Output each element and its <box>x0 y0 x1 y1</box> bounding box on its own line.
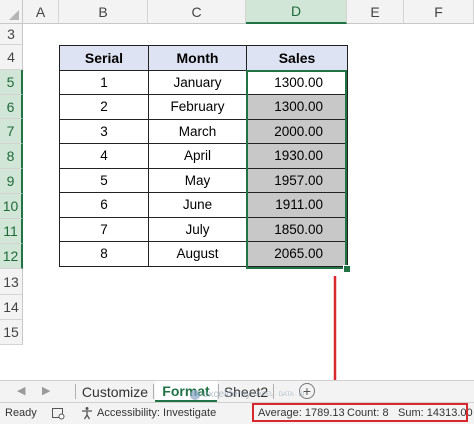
row-header-6[interactable]: 6 <box>0 95 23 119</box>
table-row: 4 April 1930.00 <box>59 143 348 169</box>
status-ready: Ready <box>5 407 37 419</box>
tab-customize[interactable]: Customize <box>78 381 152 402</box>
sales-cell[interactable]: 1911.00 <box>246 192 348 218</box>
column-header-a[interactable]: A <box>23 0 59 24</box>
row-header-12[interactable]: 12 <box>0 244 23 269</box>
macro-record-icon[interactable] <box>51 406 65 423</box>
month-cell[interactable]: August <box>148 241 247 267</box>
month-cell[interactable]: April <box>148 143 247 169</box>
worksheet-grid[interactable]: A B C D E F 3 4 5 6 7 8 9 10 11 12 13 14… <box>0 0 474 380</box>
accessibility-icon[interactable] <box>80 406 94 423</box>
month-cell[interactable]: February <box>148 94 247 120</box>
month-cell[interactable]: June <box>148 192 247 218</box>
column-header-f[interactable]: F <box>404 0 474 24</box>
row-header-11[interactable]: 11 <box>0 219 23 244</box>
serial-cell[interactable]: 2 <box>59 94 149 120</box>
sales-cell[interactable]: 1300.00 <box>246 94 348 120</box>
row-header-4[interactable]: 4 <box>0 45 23 70</box>
row-header-3[interactable]: 3 <box>0 24 23 45</box>
sales-table: Serial Month Sales 1 January 1300.00 2 F… <box>59 45 348 267</box>
header-serial[interactable]: Serial <box>59 45 149 71</box>
watermark-logo-icon <box>190 389 200 400</box>
sales-cell[interactable]: 2000.00 <box>246 118 348 144</box>
table-row: 2 February 1300.00 <box>59 94 348 120</box>
serial-cell[interactable]: 6 <box>59 192 149 218</box>
row-header-13[interactable]: 13 <box>0 269 23 295</box>
sales-cell[interactable]: 1850.00 <box>246 216 348 242</box>
serial-cell[interactable]: 3 <box>59 118 149 144</box>
column-header-b[interactable]: B <box>59 0 148 24</box>
row-header-9[interactable]: 9 <box>0 169 23 194</box>
serial-cell[interactable]: 4 <box>59 143 149 169</box>
select-all-corner[interactable] <box>0 0 23 24</box>
sales-cell[interactable]: 1957.00 <box>246 167 348 193</box>
serial-cell[interactable]: 1 <box>59 69 149 95</box>
row-header-10[interactable]: 10 <box>0 194 23 219</box>
status-highlight-box <box>252 403 468 422</box>
serial-cell[interactable]: 8 <box>59 241 149 267</box>
month-cell[interactable]: May <box>148 167 247 193</box>
month-cell[interactable]: March <box>148 118 247 144</box>
serial-cell[interactable]: 7 <box>59 216 149 242</box>
column-header-e[interactable]: E <box>347 0 404 24</box>
row-header-5[interactable]: 5 <box>0 70 23 95</box>
header-month[interactable]: Month <box>148 45 247 71</box>
header-sales[interactable]: Sales <box>246 45 348 71</box>
table-header-row: Serial Month Sales <box>59 45 348 71</box>
accessibility-status[interactable]: Accessibility: Investigate <box>97 407 216 419</box>
tab-scroll-right-icon[interactable]: ▶ <box>42 384 50 397</box>
table-row: 1 January 1300.00 <box>59 69 348 95</box>
row-header-8[interactable]: 8 <box>0 144 23 169</box>
row-header-7[interactable]: 7 <box>0 119 23 144</box>
table-row: 3 March 2000.00 <box>59 118 348 144</box>
serial-cell[interactable]: 5 <box>59 167 149 193</box>
table-row: 6 June 1911.00 <box>59 192 348 218</box>
month-cell[interactable]: July <box>148 216 247 242</box>
table-row: 7 July 1850.00 <box>59 216 348 242</box>
sales-cell[interactable]: 1930.00 <box>246 143 348 169</box>
row-header-15[interactable]: 15 <box>0 320 23 345</box>
tab-scroll-left-icon[interactable]: ◀ <box>17 384 25 397</box>
fill-handle[interactable] <box>343 265 351 273</box>
table-row: 8 August 2065.00 <box>59 241 348 267</box>
table-row: 5 May 1957.00 <box>59 167 348 193</box>
column-header-d[interactable]: D <box>246 0 347 24</box>
sales-cell[interactable]: 1300.00 <box>246 69 348 95</box>
row-header-14[interactable]: 14 <box>0 295 23 320</box>
sales-cell[interactable]: 2065.00 <box>246 241 348 267</box>
watermark-logo: exceldemy EXCEL · DATA · BI <box>190 389 304 400</box>
month-cell[interactable]: January <box>148 69 247 95</box>
column-header-c[interactable]: C <box>148 0 246 24</box>
